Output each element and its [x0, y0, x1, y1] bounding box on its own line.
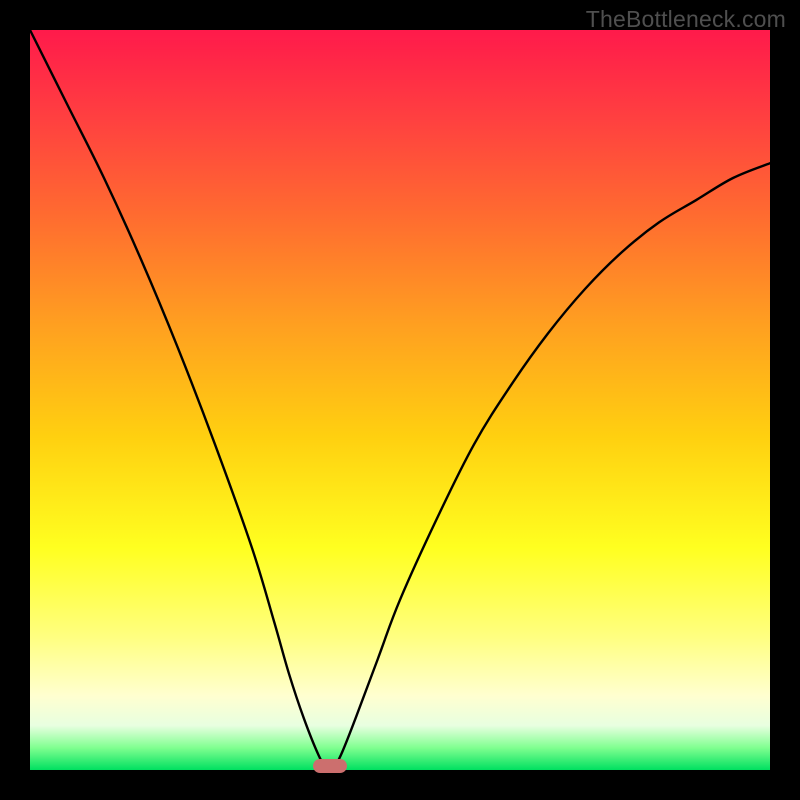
outer-frame: TheBottleneck.com [0, 0, 800, 800]
watermark-text: TheBottleneck.com [586, 6, 786, 33]
curve-svg [30, 30, 770, 770]
plot-area [30, 30, 770, 770]
optimal-marker [313, 759, 347, 773]
bottleneck-curve [30, 30, 770, 768]
